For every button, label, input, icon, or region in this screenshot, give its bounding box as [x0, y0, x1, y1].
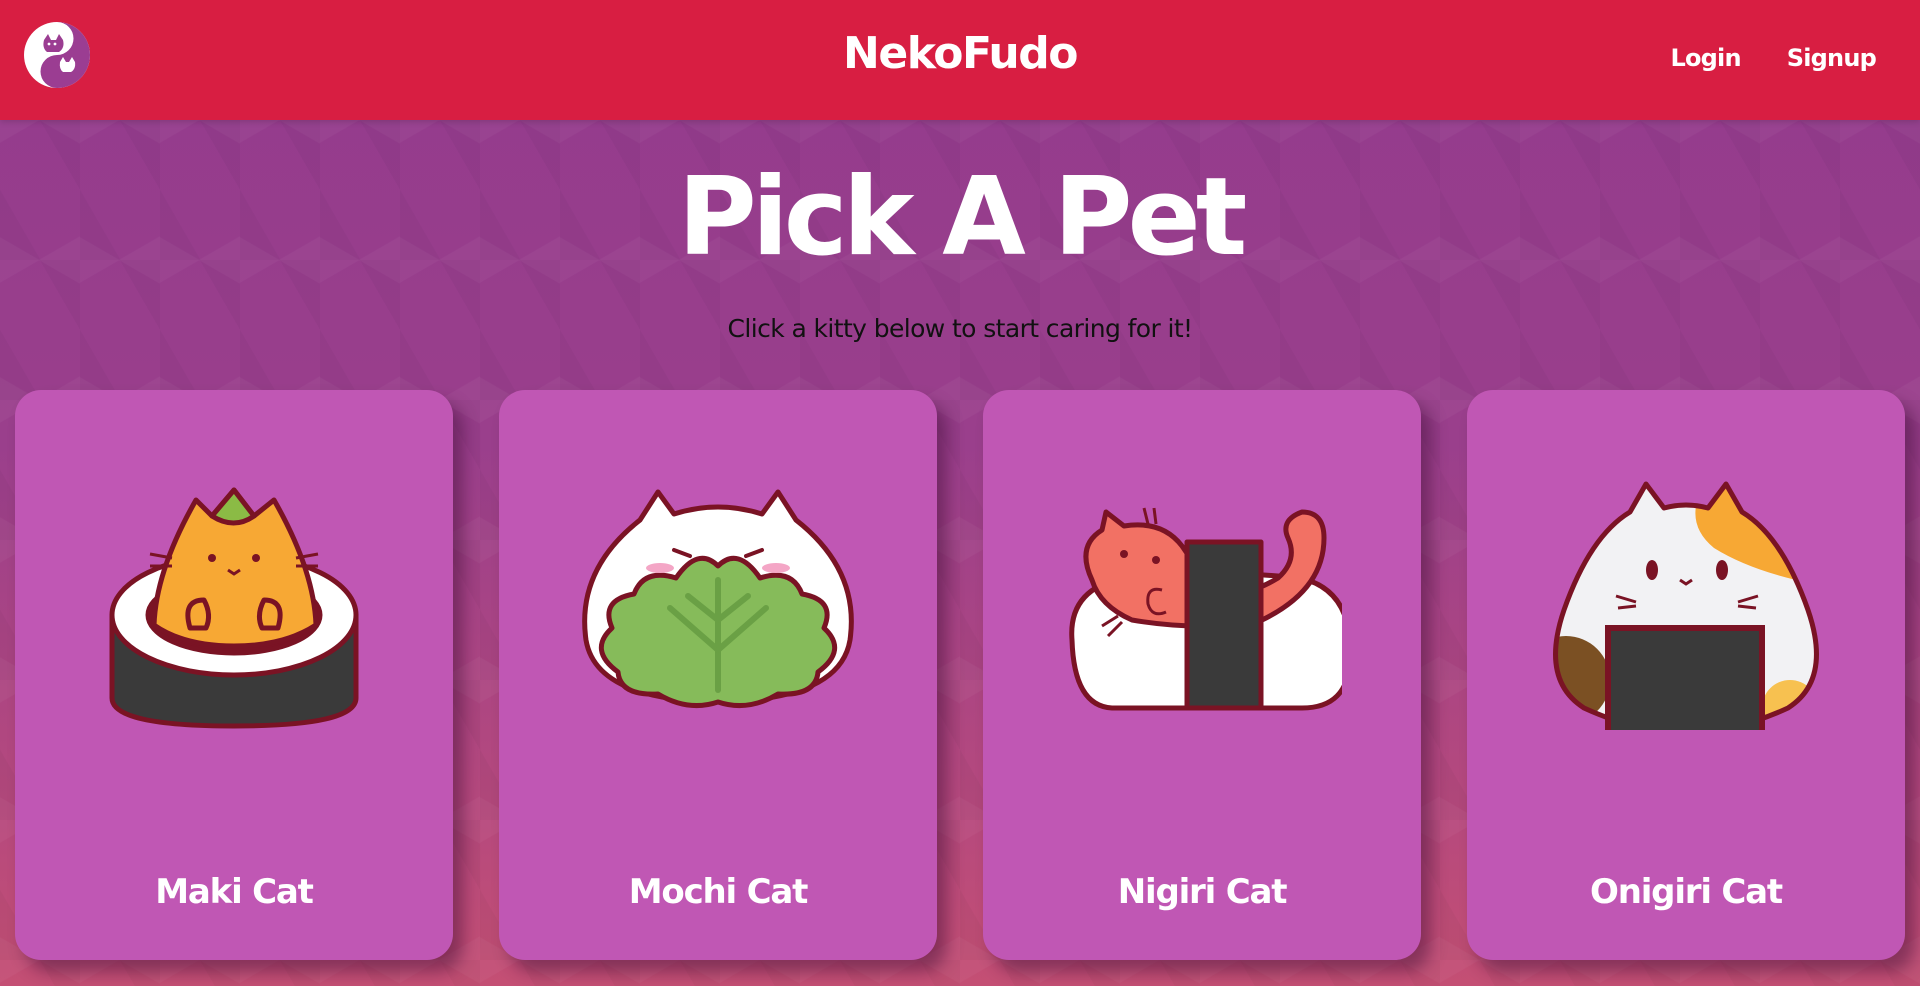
pet-card-onigiri[interactable]: Onigiri Cat: [1467, 390, 1905, 960]
pet-name: Mochi Cat: [628, 872, 809, 912]
nigiri-cat-icon: [1062, 450, 1353, 730]
pet-cards: Maki Cat Mochi Cat Nigiri Cat Onigiri Ca…: [15, 390, 1905, 960]
page-title: Pick A Pet: [677, 155, 1248, 280]
onigiri-cat-icon: [1546, 450, 1826, 747]
pet-card-maki[interactable]: Maki Cat: [15, 390, 453, 960]
pet-card-mochi[interactable]: Mochi Cat: [499, 390, 937, 960]
login-link[interactable]: Login: [1670, 44, 1741, 72]
pet-name: Nigiri Cat: [1117, 872, 1288, 912]
mochi-cat-icon: [578, 450, 858, 730]
brand-title[interactable]: NekoFudo: [0, 28, 1920, 79]
nav-links: Login Signup: [1670, 44, 1876, 72]
maki-cat-icon: [94, 450, 374, 730]
pet-card-nigiri[interactable]: Nigiri Cat: [983, 390, 1421, 960]
pet-name: Onigiri Cat: [1590, 872, 1783, 912]
signup-link[interactable]: Signup: [1787, 44, 1877, 72]
top-navbar: NekoFudo Login Signup: [0, 0, 1920, 120]
page-subtitle: Click a kitty below to start caring for …: [727, 314, 1194, 343]
pet-name: Maki Cat: [155, 872, 314, 912]
